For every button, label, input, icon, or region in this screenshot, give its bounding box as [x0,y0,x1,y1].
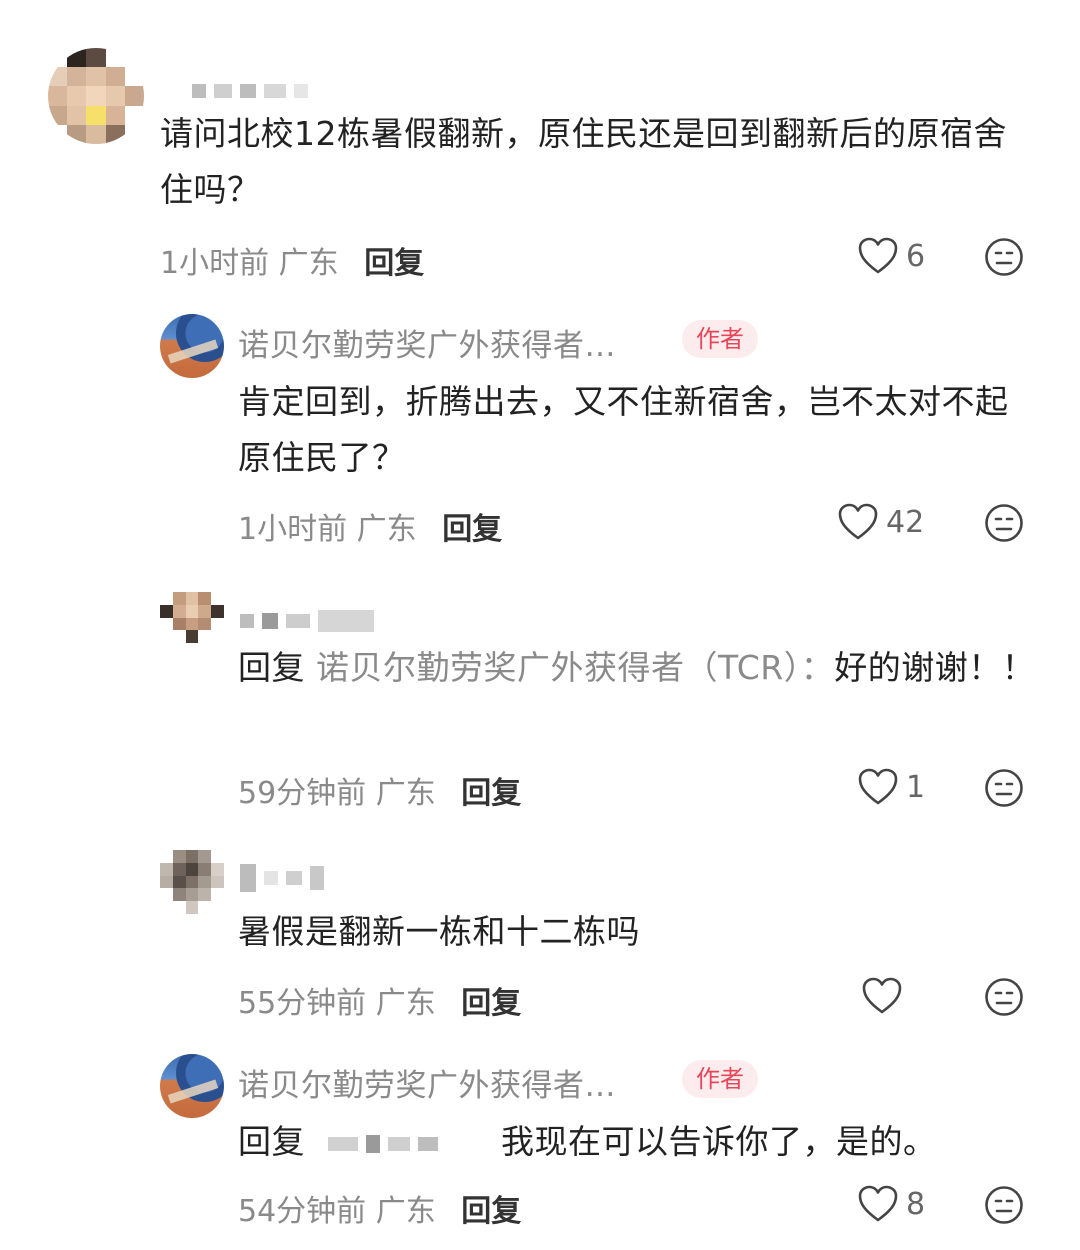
like-button[interactable]: 8 [858,1185,925,1223]
neutral-face-icon[interactable] [984,503,1024,543]
reply-button[interactable]: 回复 [364,246,424,281]
avatar[interactable] [160,850,224,914]
timestamp: 1小时前 [160,246,270,281]
reply-prefix: 回复 [238,1122,305,1161]
reply-target[interactable]: 诺贝尔勤劳奖广外获得者（TCR）： [316,648,834,687]
comment-2: 诺贝尔勤劳奖广外获得者… 作者 肯定回到，折腾出去，又不住新宿舍，岂不太对不起原… [0,300,1080,570]
username[interactable]: 诺贝尔勤劳奖广外获得者… [238,320,616,365]
heart-outline-icon [858,237,898,274]
heart-outline-icon [862,977,902,1014]
heart-outline-icon [858,768,898,805]
neutral-face-icon[interactable] [984,977,1024,1017]
timestamp: 54分钟前 [238,1194,367,1229]
masked-username [240,610,374,632]
comment-meta: 59分钟前 广东 回复 [238,768,521,812]
reply-text: 好的谢谢！！ [834,648,1036,687]
reply-button[interactable]: 回复 [461,776,521,811]
reply-button[interactable]: 回复 [461,986,521,1021]
comment-text: 回复 诺贝尔勤劳奖广外获得者（TCR）：好的谢谢！！ [238,640,1038,696]
like-count: 1 [906,769,926,805]
neutral-face-icon[interactable] [984,1185,1024,1225]
comment-meta: 54分钟前 广东 回复 [238,1186,521,1230]
comment-3: 回复 诺贝尔勤劳奖广外获得者（TCR）：好的谢谢！！ 59分钟前 广东 回复 1 [0,570,1080,830]
timestamp: 1小时前 [238,512,348,547]
location: 广东 [375,1194,436,1229]
author-tag: 作者 [682,1060,758,1098]
author-tag: 作者 [682,320,758,358]
neutral-face-icon[interactable] [984,237,1024,277]
heart-outline-icon [838,503,878,540]
masked-username [192,84,308,98]
masked-username [240,864,324,892]
like-count: 42 [886,504,925,540]
neutral-face-icon[interactable] [984,768,1024,808]
comment-text: 暑假是翻新一栋和十二栋吗 [238,912,640,951]
timestamp: 55分钟前 [238,986,367,1021]
comment-text: 肯定回到，折腾出去，又不住新宿舍，岂不太对不起原住民了？ [238,382,1009,477]
location: 广东 [356,512,417,547]
location: 广东 [375,986,436,1021]
reply-text: 我现在可以告诉你了，是的。 [501,1122,937,1161]
comment-meta: 1小时前 广东 回复 [238,504,502,548]
comment-4: 暑假是翻新一栋和十二栋吗 55分钟前 广东 回复 [0,830,1080,1040]
reply-button[interactable]: 回复 [442,512,502,547]
like-button[interactable]: 1 [858,768,925,806]
author-avatar[interactable] [160,1054,224,1118]
comment-text: 请问北校12栋暑假翻新，原住民还是回到翻新后的原宿舍住吗？ [160,114,1007,209]
avatar[interactable] [48,48,144,144]
reply-prefix: 回复 [238,648,305,687]
username[interactable]: 诺贝尔勤劳奖广外获得者… [238,1060,616,1105]
comment-1: 请问北校12栋暑假翻新，原住民还是回到翻新后的原宿舍住吗？ 1小时前 广东 回复… [0,0,1080,300]
location: 广东 [278,246,339,281]
comment-5: 诺贝尔勤劳奖广外获得者… 作者 回复 我现在可以告诉你了，是的。 54分钟前 广… [0,1040,1080,1250]
comment-meta: 55分钟前 广东 回复 [238,978,521,1022]
location: 广东 [375,776,436,811]
comment-text: 回复 我现在可以告诉你了，是的。 [238,1114,1038,1170]
like-button[interactable]: 6 [858,237,925,275]
heart-outline-icon [858,1185,898,1222]
like-count: 8 [906,1186,926,1222]
masked-reply-target[interactable] [328,1114,478,1170]
like-count: 6 [906,238,926,274]
avatar[interactable] [160,592,224,656]
like-button[interactable] [862,977,910,1015]
comment-meta: 1小时前 广东 回复 [160,238,424,282]
author-avatar[interactable] [160,314,224,378]
like-button[interactable]: 42 [838,503,924,541]
reply-button[interactable]: 回复 [461,1194,521,1229]
timestamp: 59分钟前 [238,776,367,811]
